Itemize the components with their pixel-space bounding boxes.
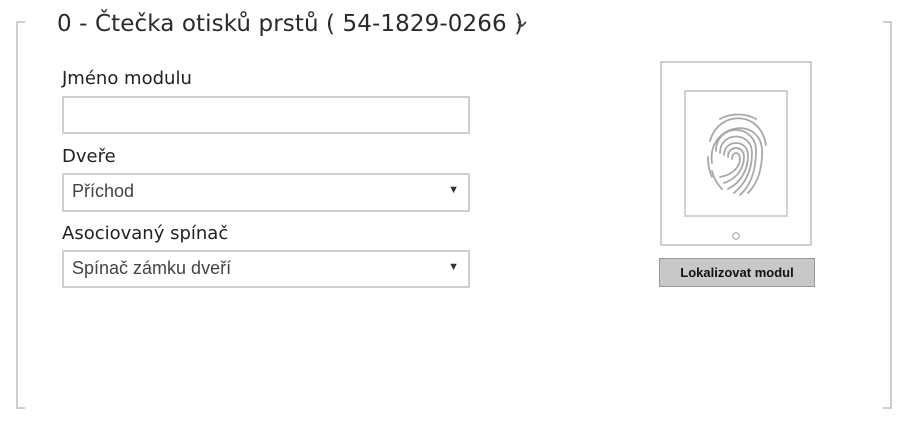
switch-select-value: Spínač zámku dveří — [72, 258, 232, 278]
frame-right-line — [890, 21, 892, 409]
frame-left-line — [16, 21, 18, 409]
module-title: 0 - Čtečka otisků prstů ( 54-1829-0266 ) — [57, 11, 524, 37]
door-select-value: Příchod — [72, 181, 135, 201]
switch-select[interactable]: Spínač zámku dveří ▼ — [62, 250, 470, 288]
door-select[interactable]: Příchod ▼ — [62, 173, 470, 212]
dropdown-arrow-icon: ▼ — [448, 184, 459, 196]
frame-right-bottom-tick — [883, 407, 892, 409]
module-name-label: Jméno modulu — [62, 68, 192, 89]
door-label: Dveře — [62, 146, 116, 167]
switch-label: Asociovaný spínač — [62, 223, 229, 244]
chevron-down-icon[interactable] — [514, 16, 530, 32]
dropdown-arrow-icon: ▼ — [448, 261, 459, 273]
frame-left-bottom-tick — [16, 407, 25, 409]
fingerprint-reader-icon — [660, 61, 812, 246]
locate-module-button[interactable]: Lokalizovat modul — [659, 258, 815, 287]
module-name-input[interactable] — [62, 96, 470, 134]
